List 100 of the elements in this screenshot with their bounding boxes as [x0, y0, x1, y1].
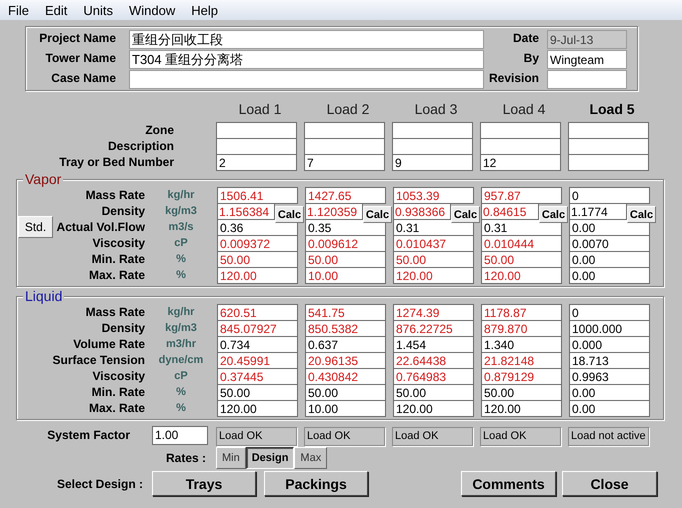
calc-button[interactable]: Calc — [363, 206, 392, 223]
load-heading[interactable]: Load 1 — [216, 100, 304, 118]
design-button[interactable]: Packings — [264, 471, 368, 496]
rate-toggle[interactable]: Min — [216, 447, 246, 469]
input-cell[interactable]: 20.45991 — [217, 352, 298, 369]
input-cell[interactable]: 50.00 — [217, 384, 298, 401]
input-cell[interactable]: 120.00 — [217, 400, 298, 417]
input-cell[interactable]: 0.010437 — [393, 235, 474, 252]
input-cell[interactable]: 120.00 — [481, 267, 562, 284]
input-cell[interactable] — [568, 138, 649, 155]
input-cell[interactable]: 1427.65 — [305, 187, 386, 204]
input-cell[interactable]: 0.764983 — [393, 368, 474, 385]
input-cell[interactable] — [392, 122, 473, 139]
input-cell[interactable]: 0.009612 — [305, 235, 386, 252]
standard-button[interactable]: Std. — [18, 216, 53, 238]
input-cell[interactable]: 22.64438 — [393, 352, 474, 369]
input-cell[interactable]: 0.637 — [305, 336, 386, 353]
input-cell[interactable] — [480, 138, 561, 155]
rate-toggle[interactable]: Design — [246, 447, 294, 469]
text-field[interactable]: 重组分回收工段 — [129, 30, 484, 49]
input-cell[interactable]: 620.51 — [217, 304, 298, 321]
rate-toggle[interactable]: Max — [294, 447, 328, 469]
input-cell[interactable]: 957.87 — [481, 187, 562, 204]
calc-button[interactable]: Calc — [275, 206, 304, 223]
menu-item[interactable]: Window — [124, 2, 184, 18]
input-cell[interactable] — [304, 138, 385, 155]
input-cell[interactable]: 0.009372 — [217, 235, 298, 252]
input-cell[interactable]: 0 — [569, 187, 650, 204]
input-cell[interactable] — [216, 122, 297, 139]
input-cell[interactable]: 0.00 — [569, 400, 650, 417]
input-cell[interactable]: 1.1774 — [569, 203, 627, 220]
input-cell[interactable]: 0.84615 — [481, 203, 539, 220]
menu-item[interactable]: File — [3, 2, 37, 18]
calc-button[interactable]: Calc — [627, 206, 656, 223]
input-cell[interactable]: 0.9963 — [569, 368, 650, 385]
input-cell[interactable]: 541.75 — [305, 304, 386, 321]
menu-item[interactable]: Edit — [40, 2, 76, 18]
input-cell[interactable] — [568, 154, 649, 171]
input-cell[interactable]: 1.454 — [393, 336, 474, 353]
input-cell[interactable]: 1.156384 — [217, 203, 275, 220]
input-cell[interactable]: 10.00 — [305, 400, 386, 417]
input-cell[interactable]: 12 — [480, 154, 561, 171]
input-cell[interactable]: 1.120359 — [305, 203, 363, 220]
input-cell[interactable]: 0.0070 — [569, 235, 650, 252]
input-cell[interactable] — [304, 122, 385, 139]
system-factor-field[interactable]: 1.00 — [152, 426, 208, 444]
load-heading[interactable]: Load 2 — [304, 100, 392, 118]
input-cell[interactable]: 0.00 — [569, 267, 650, 284]
input-cell[interactable]: 50.00 — [305, 384, 386, 401]
input-cell[interactable]: 0.010444 — [481, 235, 562, 252]
text-field[interactable]: T304 重组分分离塔 — [129, 50, 484, 69]
input-cell[interactable]: 1506.41 — [217, 187, 298, 204]
input-cell[interactable]: 120.00 — [393, 400, 474, 417]
input-cell[interactable]: 120.00 — [393, 267, 474, 284]
action-button[interactable]: Comments — [461, 471, 556, 496]
input-cell[interactable]: 876.22725 — [393, 320, 474, 337]
design-button[interactable]: Trays — [152, 471, 256, 496]
action-button[interactable]: Close — [562, 471, 657, 496]
input-cell[interactable] — [568, 122, 649, 139]
input-cell[interactable]: 10.00 — [305, 267, 386, 284]
input-cell[interactable]: 9 — [392, 154, 473, 171]
text-field[interactable] — [129, 70, 484, 89]
input-cell[interactable] — [392, 138, 473, 155]
input-cell[interactable]: 120.00 — [217, 267, 298, 284]
input-cell[interactable]: 2 — [216, 154, 297, 171]
calc-button[interactable]: Calc — [539, 206, 568, 223]
input-cell[interactable]: 7 — [304, 154, 385, 171]
input-cell[interactable]: 0.879129 — [481, 368, 562, 385]
input-cell[interactable]: 50.00 — [393, 251, 474, 268]
input-cell[interactable]: 50.00 — [393, 384, 474, 401]
text-field[interactable] — [547, 70, 627, 89]
input-cell[interactable]: 0.000 — [569, 336, 650, 353]
input-cell[interactable] — [480, 122, 561, 139]
load-heading[interactable]: Load 5 — [568, 100, 656, 118]
input-cell[interactable]: 1053.39 — [393, 187, 474, 204]
input-cell[interactable]: 120.00 — [481, 400, 562, 417]
input-cell[interactable]: 1.340 — [481, 336, 562, 353]
input-cell[interactable]: 50.00 — [217, 251, 298, 268]
input-cell[interactable]: 0.430842 — [305, 368, 386, 385]
input-cell[interactable]: 0.37445 — [217, 368, 298, 385]
menu-item[interactable]: Help — [186, 2, 226, 18]
menu-item[interactable]: Units — [78, 2, 121, 18]
input-cell[interactable]: 0 — [569, 304, 650, 321]
input-cell[interactable]: 0.734 — [217, 336, 298, 353]
input-cell[interactable]: 21.82148 — [481, 352, 562, 369]
input-cell[interactable]: 1000.000 — [569, 320, 650, 337]
text-field[interactable]: Wingteam — [547, 50, 627, 69]
load-heading[interactable]: Load 4 — [480, 100, 568, 118]
input-cell[interactable]: 0.938366 — [393, 203, 451, 220]
input-cell[interactable]: 879.870 — [481, 320, 562, 337]
input-cell[interactable]: 20.96135 — [305, 352, 386, 369]
input-cell[interactable]: 0.00 — [569, 384, 650, 401]
input-cell[interactable] — [216, 138, 297, 155]
calc-button[interactable]: Calc — [451, 206, 480, 223]
input-cell[interactable]: 0.00 — [569, 251, 650, 268]
input-cell[interactable]: 50.00 — [305, 251, 386, 268]
input-cell[interactable]: 18.713 — [569, 352, 650, 369]
load-heading[interactable]: Load 3 — [392, 100, 480, 118]
input-cell[interactable]: 850.5382 — [305, 320, 386, 337]
input-cell[interactable]: 50.00 — [481, 251, 562, 268]
